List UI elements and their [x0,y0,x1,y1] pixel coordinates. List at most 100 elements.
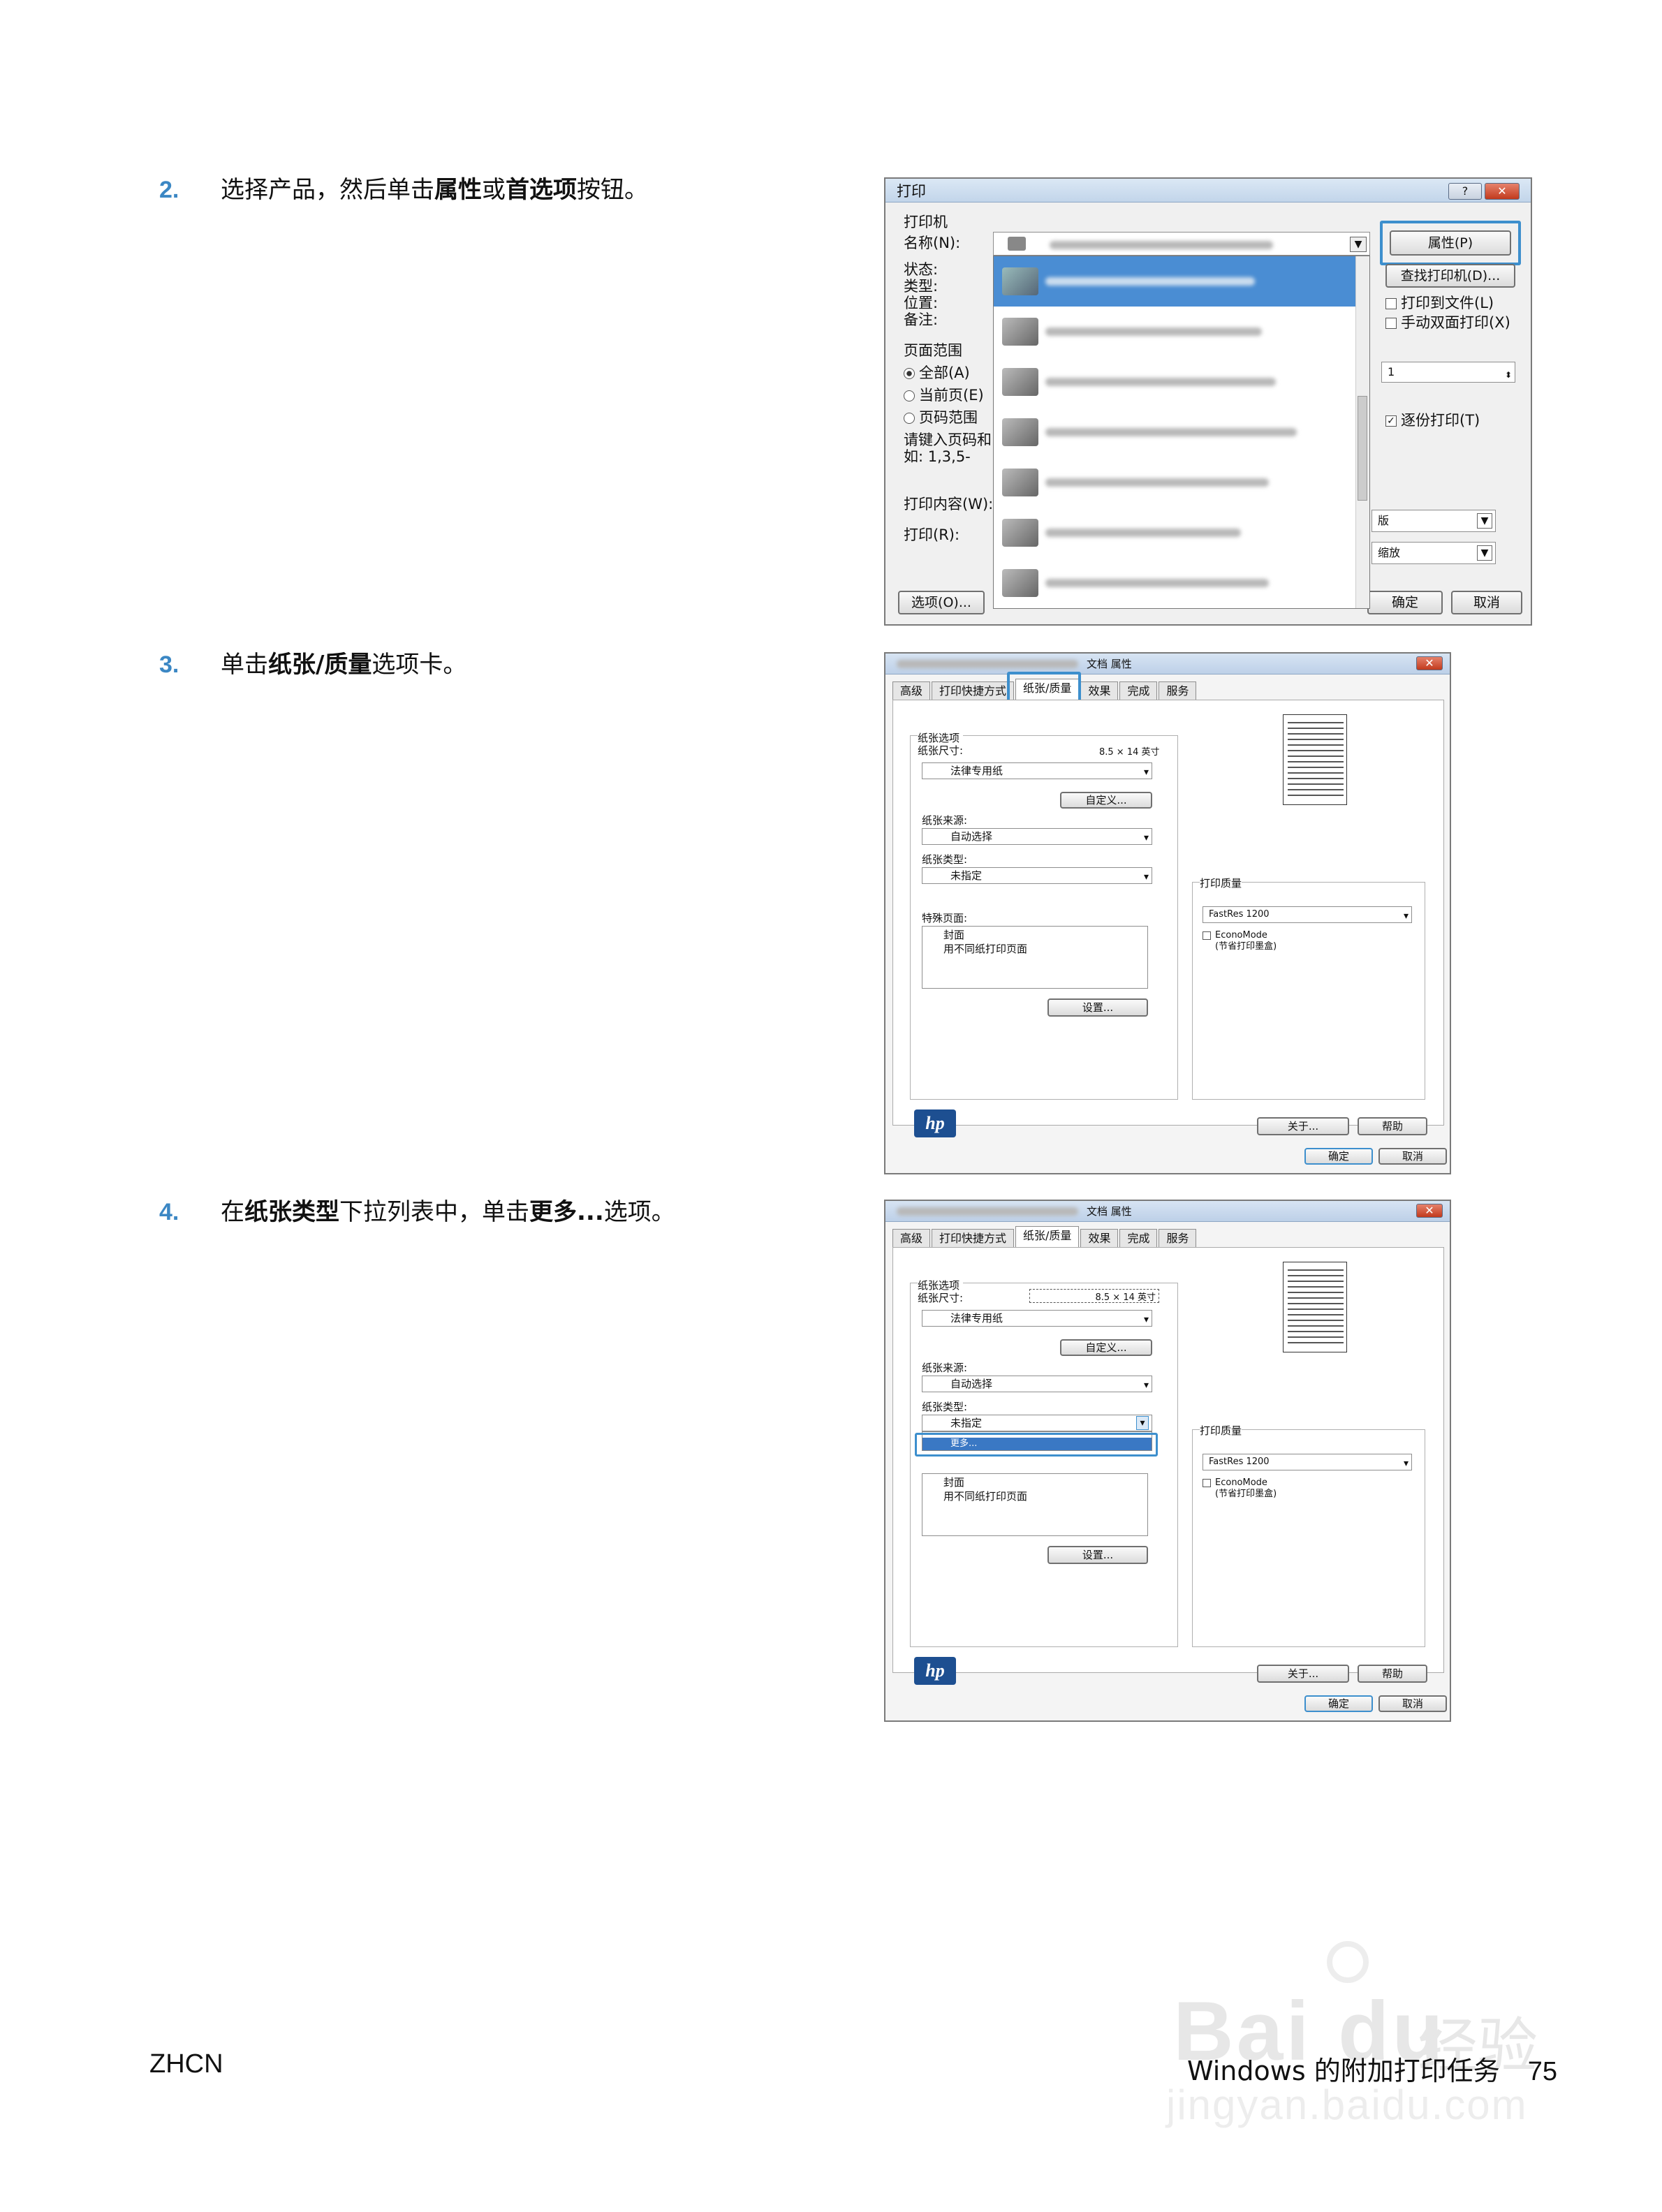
tab-effects[interactable]: 效果 [1080,1229,1119,1247]
chevron-down-icon[interactable]: ▼ [1477,545,1492,561]
close-button[interactable]: ✕ [1485,183,1520,200]
properties-button[interactable]: 属性(P) [1390,230,1511,256]
about-button[interactable]: 关于... [1257,1665,1349,1683]
paper-size-select[interactable]: 法律专用纸 ▾ [922,1310,1152,1327]
economode-checkbox[interactable]: EconoMode (节省打印墨盒) [1203,930,1277,952]
paper-type-select[interactable]: 未指定 ▾ [922,1415,1152,1431]
printer-name-select[interactable]: ▼ [993,232,1370,256]
tab-services[interactable]: 服务 [1159,1229,1197,1247]
spinner-arrows-icon[interactable]: ⬍ [1505,365,1512,385]
version-select[interactable]: 版 ▼ [1371,510,1496,532]
blurred-text [1045,478,1269,487]
cancel-button[interactable]: 取消 [1451,591,1522,614]
step-2: 2. 选择产品，然后单击属性或首选项按钮。 [159,176,648,204]
chevron-down-icon[interactable]: ▼ [1477,513,1492,529]
print-quality-select[interactable]: FastRes 1200 ▾ [1203,1454,1412,1470]
tab-finishing[interactable]: 完成 [1119,1229,1158,1247]
tab-content-panel: 纸张选项 纸张尺寸: 8.5 × 14 英寸 法律专用纸 ▾ 自定义... 纸张来源… [892,1247,1444,1685]
settings-button[interactable]: 设置... [1047,998,1148,1017]
blurred-text [1050,241,1273,249]
list-item[interactable] [994,558,1357,608]
watermark-url: jingyan.baidu.com [1166,2081,1528,2128]
settings-button[interactable]: 设置... [1047,1546,1148,1564]
custom-button[interactable]: 自定义... [1060,792,1152,809]
list-item[interactable] [994,357,1357,407]
paper-source-label: 纸张来源: [922,1362,968,1374]
printer-icon [1002,368,1038,396]
chevron-down-icon[interactable]: ▼ [1350,237,1367,252]
chevron-down-icon[interactable]: ▾ [1404,1456,1409,1471]
properties-dialog-step4: 文档 属性 ✕ 高级 打印快捷方式 纸张/质量 效果 完成 服务 纸张选项 纸张尺… [884,1200,1451,1722]
baidu-watermark: Bai du 经验 jingyan.baidu.com [1145,1941,1564,2128]
paper-source-select[interactable]: 自动选择 ▾ [922,828,1152,845]
paper-size-select[interactable]: 法律专用纸 ▾ [922,762,1152,779]
tab-shortcuts[interactable]: 打印快捷方式 [932,1229,1015,1247]
collate-checkbox[interactable]: ✓ 逐份打印(T) [1385,409,1480,430]
ok-button[interactable]: 确定 [1304,1148,1373,1165]
chevron-down-icon[interactable]: ▾ [1144,869,1149,885]
list-item[interactable] [994,407,1357,457]
radio-all[interactable]: 全部(A) [904,362,984,384]
radio-icon [904,413,915,424]
chevron-down-icon[interactable]: ▾ [1144,1378,1149,1393]
chevron-down-icon[interactable]: ▾ [1404,908,1409,924]
tab-paper-quality[interactable]: 纸张/质量 [1015,1226,1080,1247]
tab-services[interactable]: 服务 [1159,681,1197,700]
list-item[interactable] [994,457,1357,508]
checkbox-icon [1203,1478,1211,1487]
ok-button[interactable]: 确定 [1304,1695,1373,1712]
help-button[interactable]: 帮助 [1358,1665,1427,1683]
manual-duplex-checkbox[interactable]: 手动双面打印(X) [1385,313,1510,332]
chevron-down-icon[interactable]: ▾ [1144,765,1149,780]
close-button[interactable]: ✕ [1416,1204,1443,1218]
print-to-file-checkbox[interactable]: 打印到文件(L) [1385,293,1510,313]
custom-button[interactable]: 自定义... [1060,1339,1152,1356]
paper-options-label: 纸张选项 纸张尺寸: [918,732,964,757]
blurred-text [1045,428,1297,436]
special-pages-list[interactable]: 封面 用不同纸打印页面 [922,926,1148,989]
paper-options-label: 纸张选项 纸张尺寸: [918,1279,964,1304]
economode-checkbox[interactable]: EconoMode (节省打印墨盒) [1203,1477,1277,1500]
page-range-group-label: 页面范围 [904,342,962,359]
chevron-down-icon[interactable]: ▾ [1136,1416,1149,1430]
tab-advanced[interactable]: 高级 [892,1229,931,1247]
printer-icon [1002,519,1038,547]
radio-page-range[interactable]: 页码范围 [904,406,984,429]
print-quality-group: 打印质量 FastRes 1200 ▾ EconoMode (节省打印墨盒) [1192,876,1425,1100]
list-item[interactable] [994,256,1357,307]
about-button[interactable]: 关于... [1257,1117,1349,1135]
name-label: 名称(N): [904,235,961,251]
cancel-button[interactable]: 取消 [1378,1695,1447,1712]
list-item[interactable] [994,307,1357,357]
paper-source-select[interactable]: 自动选择 ▾ [922,1376,1152,1392]
radio-current-page[interactable]: 当前页(E) [904,384,984,406]
paper-options-group: 纸张选项 纸张尺寸: 8.5 × 14 英寸 法律专用纸 ▾ 自定义... 纸张来源… [910,732,1178,1100]
paper-type-select[interactable]: 未指定 ▾ [922,867,1152,884]
paper-type-label: 纸张类型: [922,853,968,866]
cancel-button[interactable]: 取消 [1378,1148,1447,1165]
scrollbar-thumb[interactable] [1358,396,1367,501]
tab-advanced[interactable]: 高级 [892,681,931,700]
printer-list-dropdown[interactable] [993,256,1370,609]
paper-source-label: 纸张来源: [922,814,968,827]
zoom-select[interactable]: 缩放 ▼ [1371,542,1496,564]
tab-effects[interactable]: 效果 [1080,681,1119,700]
list-item[interactable] [994,508,1357,558]
close-button[interactable]: ✕ [1416,656,1443,670]
list-scrollbar[interactable] [1355,256,1369,608]
chevron-down-icon[interactable]: ▾ [1144,1312,1149,1327]
options-button[interactable]: 选项(O)... [898,591,985,614]
help-button[interactable]: 帮助 [1358,1117,1427,1135]
help-button[interactable]: ? [1448,183,1482,200]
ok-button[interactable]: 确定 [1367,591,1443,614]
print-quality-select[interactable]: FastRes 1200 ▾ [1203,906,1412,923]
print-what-label: 打印内容(W): [904,496,994,513]
special-pages-list[interactable]: 封面 用不同纸打印页面 [922,1473,1148,1536]
print-label: 打印(R): [904,526,960,543]
copies-spinner[interactable]: 1 ⬍ [1381,362,1515,383]
printer-icon [1002,469,1038,496]
find-printer-button[interactable]: 查找打印机(D)... [1385,264,1515,288]
chevron-down-icon[interactable]: ▾ [1144,830,1149,846]
tab-shortcuts[interactable]: 打印快捷方式 [932,681,1015,700]
tab-finishing[interactable]: 完成 [1119,681,1158,700]
